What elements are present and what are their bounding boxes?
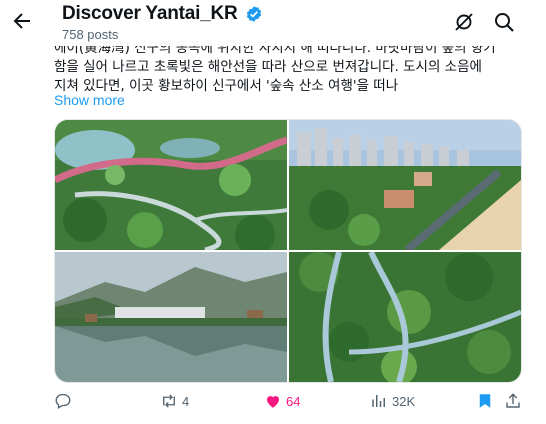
account-name: Discover Yantai_KR <box>62 3 238 24</box>
back-button[interactable] <box>10 9 34 33</box>
bookmark-button[interactable] <box>476 392 496 412</box>
back-arrow-icon <box>13 13 30 29</box>
views-icon <box>372 395 385 407</box>
posts-count: 758 posts <box>62 27 119 42</box>
account-title: Discover Yantai_KR <box>62 3 263 25</box>
share-button[interactable] <box>504 392 524 412</box>
bookmark-icon <box>479 394 491 408</box>
post-text-line: 함을 실어 나르고 초록빛은 해안선을 따라 산으로 번져갑니다. 도시의 소음… <box>54 59 482 75</box>
views-count: 32K <box>392 394 416 409</box>
media-image-forest-walkway[interactable] <box>289 252 521 382</box>
search-button[interactable] <box>492 10 516 34</box>
grok-icon <box>455 13 473 31</box>
media-image-mountain-lake[interactable] <box>55 252 287 382</box>
repost-count: 4 <box>182 394 190 409</box>
verified-badge-icon <box>246 6 262 22</box>
reply-icon <box>55 393 71 409</box>
like-heart-icon <box>267 396 279 408</box>
media-grid <box>54 119 522 383</box>
media-image-city-coast[interactable] <box>289 120 521 250</box>
post-actions: 4 64 32K <box>0 388 546 416</box>
post-text: 에이(黄海湾) 신구의 동쪽에 위치한 자치지 해 떠다니다. 바닷바람이 숲의… <box>54 39 524 96</box>
show-more-link[interactable]: Show more <box>54 92 125 108</box>
search-icon <box>495 13 514 32</box>
media-image-park-path[interactable] <box>55 120 287 250</box>
like-count: 64 <box>286 394 301 409</box>
grok-button[interactable] <box>452 10 476 34</box>
profile-header: Discover Yantai_KR 758 posts <box>0 0 546 46</box>
repost-icon <box>163 394 175 408</box>
share-icon <box>506 393 520 408</box>
